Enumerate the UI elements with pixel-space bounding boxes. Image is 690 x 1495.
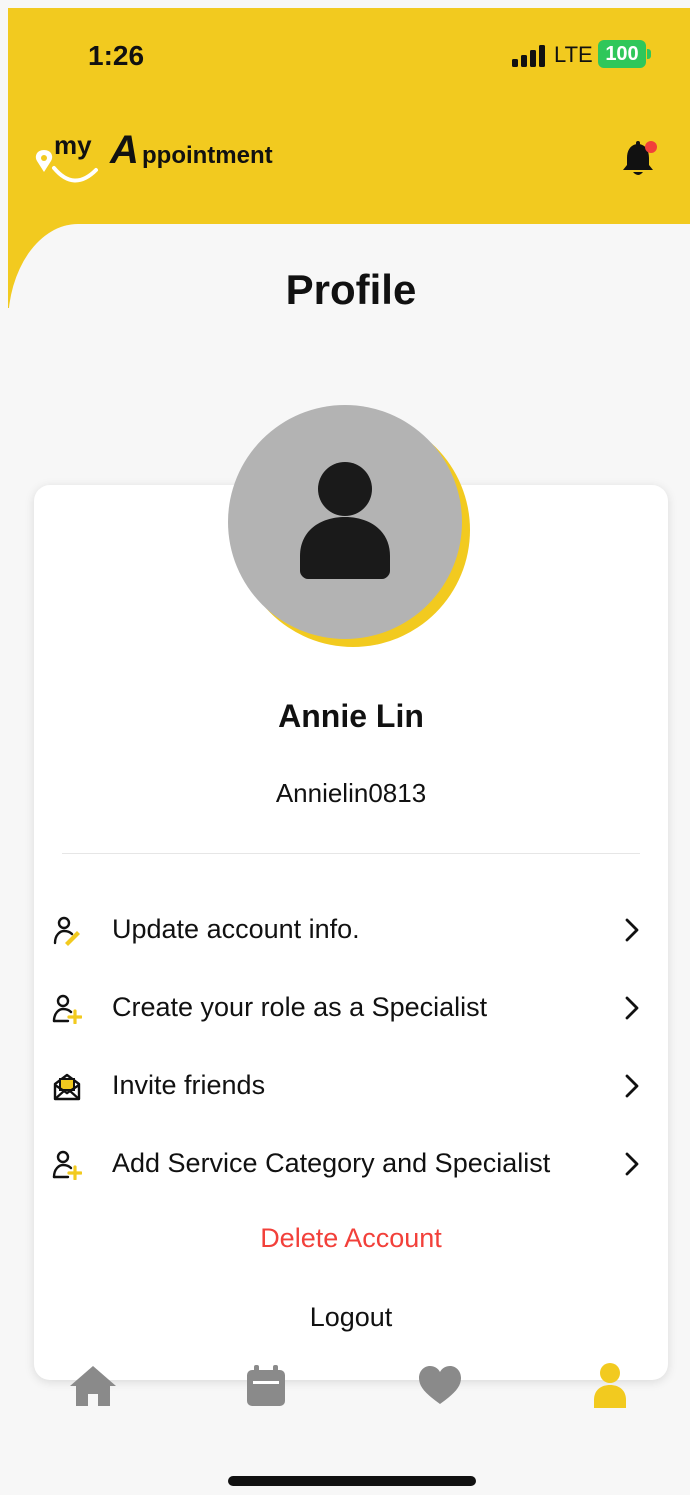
page-title: Profile: [285, 266, 417, 313]
menu-label: Create your role as a Specialist: [112, 992, 488, 1022]
menu-update-account[interactable]: Update account info.: [52, 902, 652, 958]
battery-level: 100: [598, 40, 646, 68]
bell-icon: [623, 141, 657, 175]
avatar[interactable]: [228, 405, 472, 649]
network-type: LTE: [554, 42, 593, 67]
menu-invite-friends[interactable]: Invite friends: [52, 1058, 652, 1114]
chevron-right-icon: [625, 1074, 639, 1098]
user-add-icon: [52, 1150, 82, 1180]
divider: [62, 853, 640, 854]
app-logo: my A ppointment: [34, 126, 324, 196]
tab-calendar[interactable]: [242, 1362, 292, 1412]
chevron-right-icon: [625, 918, 639, 942]
chevron-right-icon: [625, 1152, 639, 1176]
status-bar: 1:26 LTE 100: [0, 0, 690, 110]
avatar-circle: [228, 405, 462, 639]
tab-favorites[interactable]: [416, 1362, 466, 1412]
delete-account-button[interactable]: Delete Account: [0, 1223, 690, 1254]
logo-text-suffix: ppointment: [142, 142, 273, 169]
person-icon: [300, 462, 390, 579]
heart-icon: [419, 1366, 461, 1404]
user-edit-icon: [53, 916, 80, 946]
battery-icon: [647, 49, 651, 59]
menu-create-specialist-role[interactable]: Create your role as a Specialist: [52, 980, 652, 1036]
username: Annielin0813: [275, 778, 427, 808]
tab-home[interactable]: [68, 1362, 118, 1412]
logo-text-letter: A: [110, 128, 139, 172]
user-add-icon: [52, 994, 82, 1024]
calendar-icon: [247, 1365, 285, 1406]
notification-button[interactable]: [620, 138, 660, 180]
menu-add-service-category[interactable]: Add Service Category and Specialist: [52, 1136, 652, 1192]
logo-text-prefix: my: [54, 130, 92, 160]
profile-icon: [594, 1363, 626, 1408]
home-indicator: [228, 1476, 476, 1486]
signal-icon: [512, 45, 545, 67]
mail-invite-icon: [53, 1073, 81, 1101]
user-name: Annie Lin: [278, 698, 424, 734]
status-time: 1:26: [88, 40, 145, 71]
home-icon: [70, 1366, 116, 1406]
menu-label: Invite friends: [112, 1070, 266, 1100]
logout-button[interactable]: Logout: [0, 1302, 690, 1333]
menu-label: Update account info.: [112, 914, 360, 944]
tab-profile[interactable]: [586, 1362, 636, 1412]
menu-label: Add Service Category and Specialist: [112, 1148, 551, 1178]
chevron-right-icon: [625, 996, 639, 1020]
